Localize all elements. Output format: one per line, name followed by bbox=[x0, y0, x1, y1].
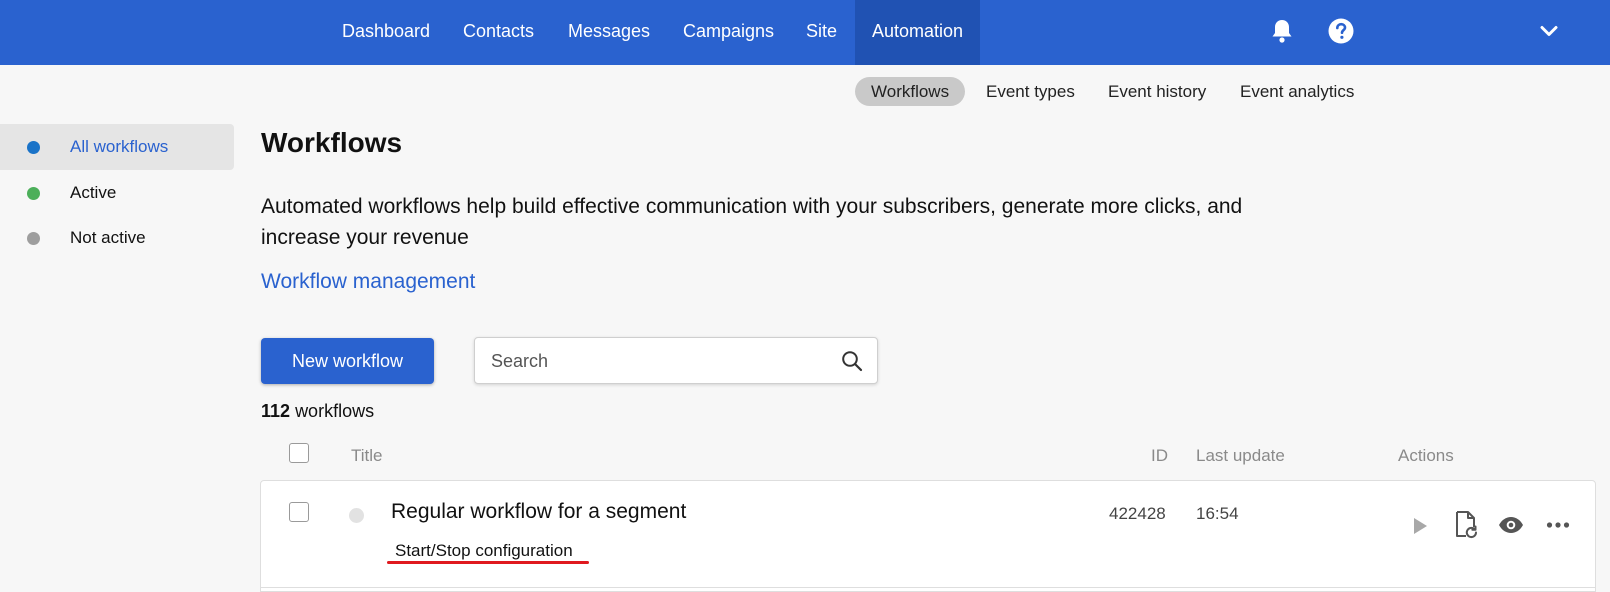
nav-site[interactable]: Site bbox=[806, 0, 837, 65]
page-title: Workflows bbox=[261, 127, 403, 158]
nav-contacts[interactable]: Contacts bbox=[463, 0, 534, 65]
nav-automation[interactable]: Automation bbox=[855, 0, 981, 65]
subnav-event-history[interactable]: Event history bbox=[1108, 77, 1206, 106]
nav-campaigns[interactable]: Campaigns bbox=[683, 0, 774, 65]
nav-messages[interactable]: Messages bbox=[568, 0, 650, 65]
page-description: Automated workflows help build effective… bbox=[261, 195, 1243, 249]
help-icon[interactable] bbox=[1327, 17, 1355, 45]
sidebar-item-label: Not active bbox=[70, 228, 146, 247]
sidebar-item-all-workflows[interactable]: All workflows bbox=[0, 124, 234, 170]
sidebar-item-label: All workflows bbox=[70, 137, 169, 156]
column-header-title[interactable]: Title bbox=[351, 446, 383, 466]
new-workflow-button[interactable]: New workflow bbox=[261, 338, 434, 384]
bell-icon[interactable] bbox=[1268, 17, 1296, 45]
status-dot bbox=[27, 187, 40, 200]
column-header-id[interactable]: ID bbox=[1151, 446, 1168, 466]
sidebar-item-active[interactable]: Active bbox=[0, 170, 234, 216]
row-status-dot bbox=[349, 508, 364, 523]
row-divider bbox=[261, 587, 1595, 588]
document-restore-icon[interactable] bbox=[1452, 511, 1480, 539]
chevron-down-icon[interactable] bbox=[1535, 17, 1563, 45]
search-input[interactable] bbox=[489, 338, 833, 385]
subnav-event-types[interactable]: Event types bbox=[986, 77, 1075, 106]
row-id: 422428 bbox=[1109, 504, 1166, 523]
top-navigation-bar: Dashboard Contacts Messages Campaigns Si… bbox=[0, 0, 1610, 65]
select-all-checkbox[interactable] bbox=[289, 443, 309, 463]
status-dot bbox=[27, 232, 40, 245]
annotation-underline bbox=[387, 561, 589, 564]
play-icon[interactable] bbox=[1406, 512, 1434, 540]
search-box bbox=[474, 337, 878, 385]
row-checkbox[interactable] bbox=[289, 502, 309, 522]
row-title[interactable]: Regular workflow for a segment bbox=[391, 500, 686, 524]
column-header-last-update[interactable]: Last update bbox=[1196, 446, 1285, 466]
sidebar-item-not-active[interactable]: Not active bbox=[0, 215, 234, 261]
search-icon[interactable] bbox=[841, 350, 863, 372]
sidebar-item-label: Active bbox=[70, 183, 117, 202]
workflow-management-link[interactable]: Workflow management bbox=[261, 270, 475, 294]
table-row bbox=[260, 480, 1596, 592]
workflow-count: 112 workflows bbox=[261, 401, 374, 422]
column-header-actions: Actions bbox=[1398, 446, 1454, 465]
subnav-workflows[interactable]: Workflows bbox=[855, 77, 966, 106]
nav-dashboard[interactable]: Dashboard bbox=[342, 0, 430, 65]
workflow-count-number: 112 bbox=[261, 401, 291, 421]
subnav-event-analytics[interactable]: Event analytics bbox=[1240, 77, 1354, 106]
row-subtitle: Start/Stop configuration bbox=[395, 541, 573, 560]
workflow-count-label: workflows bbox=[295, 401, 375, 421]
more-icon[interactable] bbox=[1544, 511, 1572, 539]
eye-icon[interactable] bbox=[1497, 511, 1525, 539]
status-dot bbox=[27, 141, 40, 154]
row-last-update: 16:54 bbox=[1196, 504, 1239, 523]
